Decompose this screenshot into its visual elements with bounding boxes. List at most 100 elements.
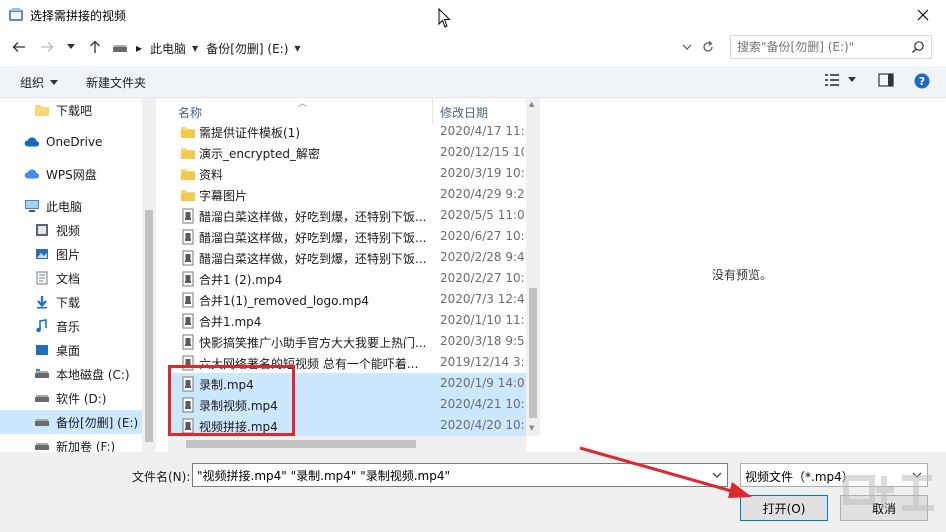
file-date: 2020/4/20 10:4 xyxy=(440,418,524,432)
back-button[interactable] xyxy=(10,38,28,56)
sidebar-item-drive-e[interactable]: 备份[勿删] (E:) xyxy=(0,410,142,434)
file-row[interactable]: 醋溜白菜这样做，好吃到爆，还特别下饭... 2020/2/28 9:47 xyxy=(168,247,526,268)
file-date: 2020/6/27 10:1 xyxy=(440,229,524,243)
no-preview-message: 没有预览。 xyxy=(712,268,773,282)
file-date: 2020/1/10 11:2 xyxy=(440,313,524,327)
help-icon: ? xyxy=(914,73,930,89)
file-date: 2020/3/19 10:2 xyxy=(440,166,524,180)
file-row[interactable]: 合并1 (2).mp4 2020/2/27 10:0 xyxy=(168,268,526,289)
file-name: 需提供证件模板(1) xyxy=(199,126,300,140)
breadcrumb-separator-icon[interactable]: ▸ xyxy=(136,41,142,55)
up-button[interactable] xyxy=(86,38,104,56)
sidebar-item-drive-c[interactable]: 本地磁盘 (C:) xyxy=(0,362,142,386)
video-file-icon xyxy=(182,334,194,350)
file-row[interactable]: 合并1(1)_removed_logo.mp4 2020/7/3 12:47 xyxy=(168,289,526,310)
file-name: 醋溜白菜这样做，好吃到爆，还特别下饭... xyxy=(199,252,427,266)
documents-folder-icon xyxy=(34,270,50,286)
dialog-footer: 文件名(N): 视频文件（*.mp4） 打开(O) 取消 xyxy=(0,452,946,532)
navigation-pane: 下载吧 OneDrive WPS网盘 此电脑 视频 图片 文档 下载 音乐 桌面… xyxy=(0,98,156,452)
sidebar-item-drive-f[interactable]: 新加卷 (F:) xyxy=(0,434,142,452)
close-icon xyxy=(917,9,929,21)
close-button[interactable] xyxy=(900,0,946,30)
pictures-folder-icon xyxy=(34,246,50,262)
window-title: 选择需拼接的视频 xyxy=(30,9,127,23)
forward-button[interactable] xyxy=(38,38,56,56)
horizontal-scrollbar[interactable] xyxy=(168,436,526,452)
mouse-cursor-icon xyxy=(438,8,451,28)
preview-pane-button[interactable] xyxy=(876,73,896,87)
video-file-icon xyxy=(182,250,194,266)
preview-pane-icon xyxy=(878,73,894,87)
file-row[interactable]: 演示_encrypted_解密 2020/12/15 10 xyxy=(168,142,526,163)
breadcrumb-item-this-pc[interactable]: 此电脑 ▼ xyxy=(150,40,198,57)
file-date: 2020/12/15 10 xyxy=(440,145,524,159)
chevron-down-icon xyxy=(67,44,75,49)
help-button[interactable]: ? xyxy=(912,73,932,89)
file-row[interactable]: 需提供证件模板(1) 2020/4/17 11:2 xyxy=(168,121,526,142)
column-date-modified[interactable]: 修改日期 xyxy=(440,104,488,121)
file-row[interactable]: 醋溜白菜这样做，好吃到爆，还特别下饭... 2020/5/5 11:05 xyxy=(168,205,526,226)
chevron-down-icon[interactable]: ▼ xyxy=(294,44,300,53)
cloud-icon xyxy=(24,134,40,150)
video-file-icon xyxy=(182,313,194,329)
folder-icon xyxy=(34,102,50,118)
sidebar-item-wps-cloud[interactable]: WPS网盘 xyxy=(0,162,142,186)
filename-combobox[interactable] xyxy=(192,463,728,487)
scroll-up-icon[interactable]: ▲ xyxy=(529,100,534,108)
chevron-down-icon[interactable]: ▼ xyxy=(192,44,198,53)
file-date: 2020/4/17 11:2 xyxy=(440,124,524,138)
music-note-icon xyxy=(34,318,50,334)
folder-icon xyxy=(181,148,195,159)
new-folder-button[interactable]: 新建文件夹 xyxy=(86,74,146,91)
filename-dropdown[interactable] xyxy=(707,464,727,486)
computer-icon xyxy=(24,198,40,214)
scroll-down-icon[interactable]: ▼ xyxy=(529,424,534,432)
view-options-button[interactable] xyxy=(822,73,858,87)
arrow-up-icon xyxy=(90,40,100,53)
column-name[interactable]: 名称 xyxy=(178,104,202,121)
file-row[interactable]: 醋溜白菜这样做，好吃到爆，还特别下饭... 2020/6/27 10:1 xyxy=(168,226,526,247)
desktop-icon xyxy=(34,342,50,358)
filename-field[interactable] xyxy=(197,467,697,483)
sidebar-item-onedrive[interactable]: OneDrive xyxy=(0,130,142,154)
file-row[interactable]: 资料 2020/3/19 10:2 xyxy=(168,163,526,184)
refresh-icon[interactable] xyxy=(702,41,714,53)
sidebar-item-documents[interactable]: 文档 xyxy=(0,266,142,290)
sidebar-item-music[interactable]: 音乐 xyxy=(0,314,142,338)
scrollbar-thumb[interactable] xyxy=(145,210,153,442)
sidebar-item-downloads[interactable]: 下载 xyxy=(0,290,142,314)
video-file-icon xyxy=(182,229,194,245)
file-date: 2020/3/18 9:59 xyxy=(440,334,524,348)
file-list-scrollbar[interactable]: ▲ ▼ xyxy=(526,98,540,436)
sidebar-item-this-pc[interactable]: 此电脑 xyxy=(0,194,142,218)
sidebar-item-drive-d[interactable]: 软件 (D:) xyxy=(0,386,142,410)
folder-icon xyxy=(181,169,195,180)
arrow-right-icon xyxy=(41,42,54,52)
scrollbar-thumb[interactable] xyxy=(186,440,416,448)
breadcrumb[interactable]: ▸ 此电脑 ▼ 备份[勿删] (E:) ▼ xyxy=(112,37,301,59)
scrollbar-thumb[interactable] xyxy=(529,288,537,418)
chevron-down-icon[interactable] xyxy=(682,44,692,50)
sidebar-item-videos[interactable]: 视频 xyxy=(0,218,142,242)
file-row[interactable]: 字幕图片 2020/4/29 9:24 xyxy=(168,184,526,205)
file-name: 合并1(1)_removed_logo.mp4 xyxy=(199,294,369,308)
video-file-icon xyxy=(182,271,194,287)
navigation-scrollbar[interactable] xyxy=(142,98,156,452)
drive-icon xyxy=(34,414,50,430)
recent-locations-button[interactable] xyxy=(62,38,80,56)
search-box[interactable] xyxy=(730,35,932,59)
file-name: 字幕图片 xyxy=(199,189,248,203)
sidebar-item-xiazaiba[interactable]: 下载吧 xyxy=(0,98,142,122)
file-row[interactable]: 快影搞笑推广小助手官方大大我要上热门... 2020/3/18 9:59 xyxy=(168,331,526,352)
file-name: 合并1 (2).mp4 xyxy=(199,273,283,287)
open-button[interactable]: 打开(O) xyxy=(740,495,828,521)
search-input[interactable] xyxy=(737,39,907,55)
file-date: 2020/2/28 9:47 xyxy=(440,250,524,264)
sidebar-item-desktop[interactable]: 桌面 xyxy=(0,338,142,362)
organize-button[interactable]: 组织 xyxy=(20,74,59,91)
sidebar-item-pictures[interactable]: 图片 xyxy=(0,242,142,266)
file-row[interactable]: 合并1.mp4 2020/1/10 11:2 xyxy=(168,310,526,331)
breadcrumb-item-drive-e[interactable]: 备份[勿删] (E:) ▼ xyxy=(206,40,300,57)
folder-icon xyxy=(181,127,195,138)
drive-icon xyxy=(34,438,50,452)
